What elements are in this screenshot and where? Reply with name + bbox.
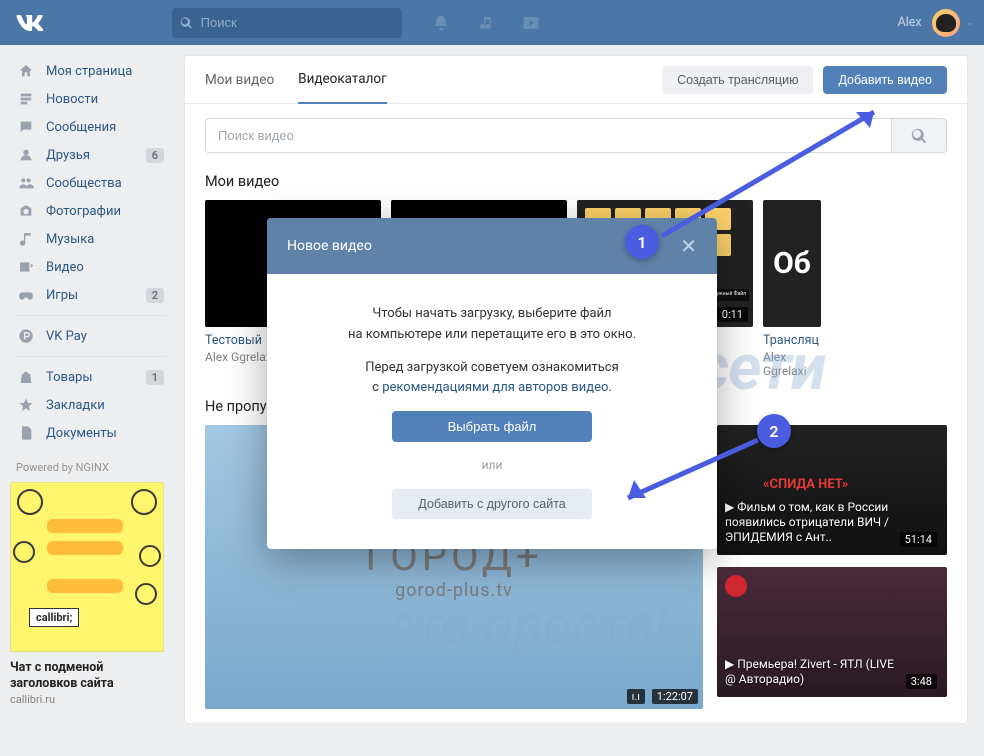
select-file-button[interactable]: Выбрать файл	[392, 411, 592, 442]
side-video[interactable]: ▶ Премьера! Zivert - ЯТЛ (LIVE @ Авторад…	[717, 567, 947, 697]
add-from-other-site-button[interactable]: Добавить с другого сайта	[392, 489, 592, 519]
nav-separator	[14, 315, 166, 316]
sidebar-item-games[interactable]: Игры2	[10, 281, 170, 309]
vkpay-icon	[16, 328, 36, 344]
modal-title: Новое видео	[287, 238, 372, 254]
sidebar-item-friends[interactable]: Друзья6	[10, 141, 170, 169]
ad-domain: callibri.ru	[10, 693, 164, 706]
gamepad-icon	[16, 287, 36, 303]
communities-icon	[16, 175, 36, 191]
video-play-icon[interactable]	[522, 14, 540, 32]
top-header: Alex ⌄	[0, 0, 984, 45]
user-menu[interactable]: Alex ⌄	[898, 9, 974, 37]
create-stream-button[interactable]: Создать трансляцию	[662, 66, 813, 94]
avatar	[932, 9, 960, 37]
bars-icon: ı.ı	[627, 689, 645, 704]
chevron-down-icon: ⌄	[966, 17, 974, 28]
video-duration: 3:48	[906, 674, 937, 689]
tab-catalog[interactable]: Видеокаталог	[298, 57, 387, 104]
sidebar-item-bookmarks[interactable]: Закладки	[10, 391, 170, 419]
friends-icon	[16, 147, 36, 163]
video-duration: 1:22:07	[652, 689, 698, 704]
friends-badge: 6	[146, 148, 164, 163]
sidebar-item-communities[interactable]: Сообщества	[10, 169, 170, 197]
music-icon[interactable]	[478, 14, 494, 32]
videos-icon	[16, 259, 36, 275]
camera-icon	[16, 203, 36, 219]
ad-brand: callibri;	[29, 608, 79, 627]
music-note-icon	[16, 231, 36, 247]
tab-my-videos[interactable]: Мои видео	[205, 56, 274, 103]
sidebar-item-news[interactable]: Новости	[10, 85, 170, 113]
modal-recommend: Перед загрузкой советуем ознакомиться с …	[297, 358, 687, 400]
video-tabs: Мои видео Видеокаталог Создать трансляци…	[185, 56, 967, 104]
goods-badge: 1	[146, 370, 164, 385]
video-author: Alex Ggrelaxi	[763, 350, 821, 378]
star-icon	[16, 397, 36, 413]
add-video-button[interactable]: Добавить видео	[823, 66, 947, 94]
username-label: Alex	[898, 15, 922, 30]
video-duration: 51:14	[900, 532, 937, 547]
global-search[interactable]	[172, 8, 402, 38]
video-title: Трансляц	[763, 333, 821, 348]
sidebar-item-vkpay[interactable]: VK Pay	[10, 322, 170, 350]
annotation-step-1: 1	[625, 225, 659, 259]
games-badge: 2	[146, 288, 164, 303]
home-icon	[16, 63, 36, 79]
vk-logo[interactable]	[16, 8, 46, 38]
news-icon	[16, 91, 36, 107]
ad-block[interactable]: callibri; Чат с подменой заголовков сайт…	[10, 482, 164, 706]
bag-icon	[16, 369, 36, 385]
search-icon	[180, 16, 193, 30]
recommendations-link[interactable]: рекомендациями для авторов видео	[382, 380, 608, 395]
side-video-title: Премьера! Zivert - ЯТЛ (LIVE @ Авторадио…	[725, 657, 894, 686]
notifications-icon[interactable]	[432, 14, 450, 32]
nav-separator	[14, 356, 166, 357]
sidebar-item-goods[interactable]: Товары1	[10, 363, 170, 391]
powered-by: Powered by NGINX	[16, 461, 170, 474]
global-search-input[interactable]	[201, 15, 394, 30]
video-duration: 0:11	[717, 307, 748, 322]
header-icons	[432, 14, 540, 32]
messages-icon	[16, 119, 36, 135]
annotation-arrow-2	[612, 434, 772, 514]
sidebar-item-documents[interactable]: Документы	[10, 419, 170, 447]
annotation-step-2: 2	[757, 414, 791, 448]
ad-image: callibri;	[10, 482, 164, 652]
sidebar-item-my-page[interactable]: Моя страница	[10, 57, 170, 85]
ad-title: Чат с подменой заголовков сайта	[10, 660, 164, 691]
sidebar-item-music[interactable]: Музыка	[10, 225, 170, 253]
sidebar-item-messages[interactable]: Сообщения	[10, 113, 170, 141]
sidebar-item-videos[interactable]: Видео	[10, 253, 170, 281]
sidebar: Моя страница Новости Сообщения Друзья6 С…	[0, 45, 170, 738]
modal-instruction: Чтобы начать загрузку, выберите файл на …	[297, 304, 687, 346]
document-icon	[16, 425, 36, 441]
sidebar-item-photos[interactable]: Фотографии	[10, 197, 170, 225]
annotation-arrow-1	[656, 98, 906, 248]
